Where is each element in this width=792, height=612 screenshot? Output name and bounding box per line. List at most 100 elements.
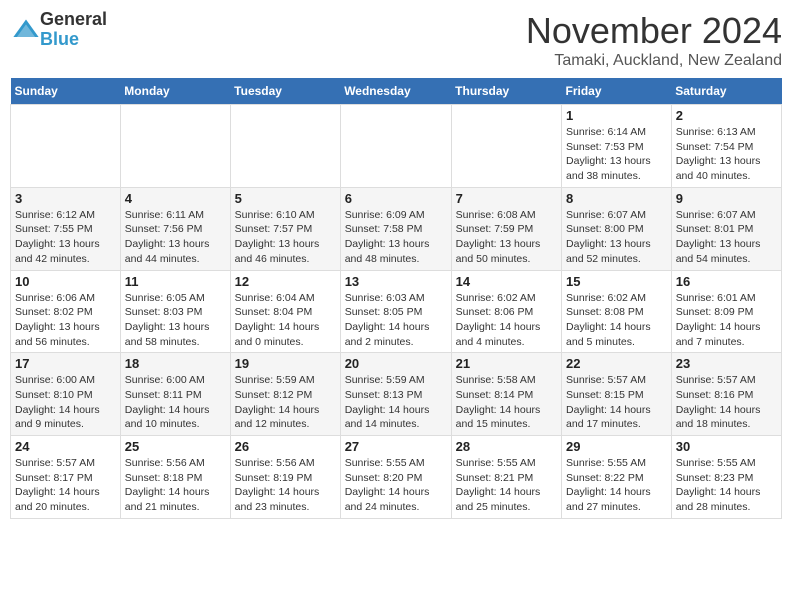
day-cell: 28 Sunrise: 5:55 AM Sunset: 8:21 PM Dayli… — [451, 436, 561, 519]
month-title: November 2024 — [526, 10, 782, 52]
day-number: 10 — [15, 274, 116, 289]
day-info: Sunrise: 6:06 AM Sunset: 8:02 PM Dayligh… — [15, 291, 116, 350]
day-cell: 3 Sunrise: 6:12 AM Sunset: 7:55 PM Daylig… — [11, 187, 121, 270]
day-number: 18 — [125, 356, 226, 371]
day-cell: 9Sunrise: 6:07 AM Sunset: 8:01 PM Daylig… — [671, 187, 781, 270]
day-cell — [451, 105, 561, 188]
day-cell: 17 Sunrise: 6:00 AM Sunset: 8:10 PM Dayli… — [11, 353, 121, 436]
day-info: Sunrise: 6:00 AM Sunset: 8:10 PM Dayligh… — [15, 373, 116, 432]
day-cell: 18 Sunrise: 6:00 AM Sunset: 8:11 PM Dayli… — [120, 353, 230, 436]
day-cell: 4 Sunrise: 6:11 AM Sunset: 7:56 PM Daylig… — [120, 187, 230, 270]
header-cell-saturday: Saturday — [671, 78, 781, 105]
day-number: 17 — [15, 356, 116, 371]
day-info: Sunrise: 5:59 AM Sunset: 8:12 PM Dayligh… — [235, 373, 336, 432]
day-info: Sunrise: 6:02 AM Sunset: 8:06 PM Dayligh… — [456, 291, 557, 350]
logo-general-text: General — [40, 9, 107, 29]
day-info: Sunrise: 6:11 AM Sunset: 7:56 PM Dayligh… — [125, 208, 226, 267]
day-number: 1 — [566, 108, 667, 123]
day-cell — [230, 105, 340, 188]
header-cell-wednesday: Wednesday — [340, 78, 451, 105]
day-cell: 29 Sunrise: 5:55 AM Sunset: 8:22 PM Dayli… — [562, 436, 672, 519]
day-cell: 19 Sunrise: 5:59 AM Sunset: 8:12 PM Dayli… — [230, 353, 340, 436]
day-info: Sunrise: 6:02 AM Sunset: 8:08 PM Dayligh… — [566, 291, 667, 350]
day-info: Sunrise: 6:05 AM Sunset: 8:03 PM Dayligh… — [125, 291, 226, 350]
day-cell: 10 Sunrise: 6:06 AM Sunset: 8:02 PM Dayli… — [11, 270, 121, 353]
header-cell-sunday: Sunday — [11, 78, 121, 105]
day-info: Sunrise: 5:59 AM Sunset: 8:13 PM Dayligh… — [345, 373, 447, 432]
day-number: 12 — [235, 274, 336, 289]
calendar-table: SundayMondayTuesdayWednesdayThursdayFrid… — [10, 78, 782, 519]
day-number: 19 — [235, 356, 336, 371]
day-number: 27 — [345, 439, 447, 454]
day-info: Sunrise: 6:14 AM Sunset: 7:53 PM Dayligh… — [566, 125, 667, 184]
day-info: Sunrise: 6:10 AM Sunset: 7:57 PM Dayligh… — [235, 208, 336, 267]
day-cell — [340, 105, 451, 188]
day-info: Sunrise: 5:57 AM Sunset: 8:17 PM Dayligh… — [15, 456, 116, 515]
day-info: Sunrise: 5:55 AM Sunset: 8:22 PM Dayligh… — [566, 456, 667, 515]
day-number: 28 — [456, 439, 557, 454]
day-number: 23 — [676, 356, 777, 371]
day-info: Sunrise: 6:03 AM Sunset: 8:05 PM Dayligh… — [345, 291, 447, 350]
header-cell-tuesday: Tuesday — [230, 78, 340, 105]
day-number: 4 — [125, 191, 226, 206]
day-number: 22 — [566, 356, 667, 371]
day-number: 26 — [235, 439, 336, 454]
day-number: 9 — [676, 191, 777, 206]
day-info: Sunrise: 6:04 AM Sunset: 8:04 PM Dayligh… — [235, 291, 336, 350]
header-cell-monday: Monday — [120, 78, 230, 105]
day-info: Sunrise: 6:00 AM Sunset: 8:11 PM Dayligh… — [125, 373, 226, 432]
day-number: 16 — [676, 274, 777, 289]
day-number: 14 — [456, 274, 557, 289]
day-number: 6 — [345, 191, 447, 206]
day-cell: 12 Sunrise: 6:04 AM Sunset: 8:04 PM Dayli… — [230, 270, 340, 353]
day-number: 3 — [15, 191, 116, 206]
day-info: Sunrise: 6:13 AM Sunset: 7:54 PM Dayligh… — [676, 125, 777, 184]
header-row: SundayMondayTuesdayWednesdayThursdayFrid… — [11, 78, 782, 105]
logo-blue-text: Blue — [40, 29, 79, 49]
day-cell — [11, 105, 121, 188]
day-info: Sunrise: 5:58 AM Sunset: 8:14 PM Dayligh… — [456, 373, 557, 432]
location-subtitle: Tamaki, Auckland, New Zealand — [526, 52, 782, 70]
day-info: Sunrise: 5:57 AM Sunset: 8:15 PM Dayligh… — [566, 373, 667, 432]
day-info: Sunrise: 5:55 AM Sunset: 8:20 PM Dayligh… — [345, 456, 447, 515]
day-cell: 11 Sunrise: 6:05 AM Sunset: 8:03 PM Dayli… — [120, 270, 230, 353]
day-cell: 25 Sunrise: 5:56 AM Sunset: 8:18 PM Dayli… — [120, 436, 230, 519]
day-cell: 16 Sunrise: 6:01 AM Sunset: 8:09 PM Dayli… — [671, 270, 781, 353]
day-cell: 1 Sunrise: 6:14 AM Sunset: 7:53 PM Daylig… — [562, 105, 672, 188]
week-row-3: 10 Sunrise: 6:06 AM Sunset: 8:02 PM Dayli… — [11, 270, 782, 353]
day-number: 30 — [676, 439, 777, 454]
day-info: Sunrise: 6:12 AM Sunset: 7:55 PM Dayligh… — [15, 208, 116, 267]
day-info: Sunrise: 5:55 AM Sunset: 8:23 PM Dayligh… — [676, 456, 777, 515]
day-number: 7 — [456, 191, 557, 206]
day-number: 2 — [676, 108, 777, 123]
logo-icon — [12, 16, 40, 44]
day-cell: 21Sunrise: 5:58 AM Sunset: 8:14 PM Dayli… — [451, 353, 561, 436]
day-number: 24 — [15, 439, 116, 454]
day-cell: 13Sunrise: 6:03 AM Sunset: 8:05 PM Dayli… — [340, 270, 451, 353]
day-cell: 5Sunrise: 6:10 AM Sunset: 7:57 PM Daylig… — [230, 187, 340, 270]
day-info: Sunrise: 5:57 AM Sunset: 8:16 PM Dayligh… — [676, 373, 777, 432]
header-cell-thursday: Thursday — [451, 78, 561, 105]
day-info: Sunrise: 5:56 AM Sunset: 8:19 PM Dayligh… — [235, 456, 336, 515]
day-number: 29 — [566, 439, 667, 454]
week-row-2: 3 Sunrise: 6:12 AM Sunset: 7:55 PM Daylig… — [11, 187, 782, 270]
day-info: Sunrise: 6:01 AM Sunset: 8:09 PM Dayligh… — [676, 291, 777, 350]
day-number: 11 — [125, 274, 226, 289]
day-number: 25 — [125, 439, 226, 454]
day-cell: 14 Sunrise: 6:02 AM Sunset: 8:06 PM Dayli… — [451, 270, 561, 353]
day-info: Sunrise: 6:09 AM Sunset: 7:58 PM Dayligh… — [345, 208, 447, 267]
day-cell: 26 Sunrise: 5:56 AM Sunset: 8:19 PM Dayli… — [230, 436, 340, 519]
day-cell: 30 Sunrise: 5:55 AM Sunset: 8:23 PM Dayli… — [671, 436, 781, 519]
day-info: Sunrise: 5:56 AM Sunset: 8:18 PM Dayligh… — [125, 456, 226, 515]
day-number: 8 — [566, 191, 667, 206]
day-cell: 20Sunrise: 5:59 AM Sunset: 8:13 PM Dayli… — [340, 353, 451, 436]
day-info: Sunrise: 5:55 AM Sunset: 8:21 PM Dayligh… — [456, 456, 557, 515]
day-cell — [120, 105, 230, 188]
week-row-5: 24 Sunrise: 5:57 AM Sunset: 8:17 PM Dayli… — [11, 436, 782, 519]
day-cell: 15Sunrise: 6:02 AM Sunset: 8:08 PM Dayli… — [562, 270, 672, 353]
week-row-1: 1 Sunrise: 6:14 AM Sunset: 7:53 PM Daylig… — [11, 105, 782, 188]
day-cell: 2 Sunrise: 6:13 AM Sunset: 7:54 PM Daylig… — [671, 105, 781, 188]
day-cell: 6 Sunrise: 6:09 AM Sunset: 7:58 PM Daylig… — [340, 187, 451, 270]
title-area: November 2024 Tamaki, Auckland, New Zeal… — [526, 10, 782, 70]
day-cell: 27 Sunrise: 5:55 AM Sunset: 8:20 PM Dayli… — [340, 436, 451, 519]
